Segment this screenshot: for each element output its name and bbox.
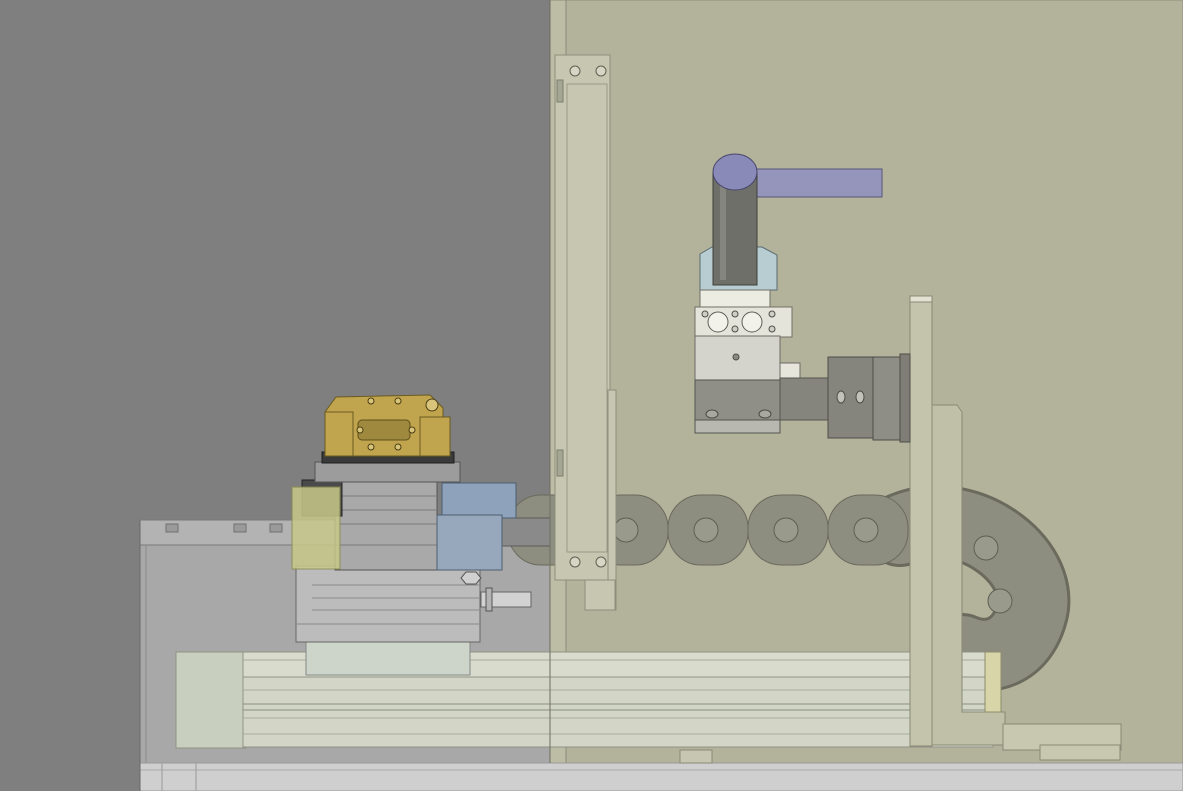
chain-pin	[987, 588, 1013, 614]
chain-pin	[853, 517, 879, 543]
blue-valve-base	[436, 514, 503, 571]
vertical-rail-clip	[556, 449, 564, 477]
actuator-plate	[694, 419, 781, 434]
gripper-clip	[425, 398, 439, 412]
screw	[595, 556, 607, 568]
valve-port	[741, 311, 763, 333]
bracket-cap	[909, 295, 933, 303]
chain-pin	[693, 517, 719, 543]
motor-mount-block	[305, 641, 471, 676]
end-stop	[984, 651, 1002, 713]
valve-port	[707, 311, 729, 333]
bracket-upright	[909, 295, 933, 747]
vertical-rail-foot	[584, 579, 616, 611]
screw	[701, 310, 709, 318]
screw	[768, 310, 776, 318]
vertical-rail	[554, 54, 617, 611]
screw	[394, 443, 402, 451]
rail-end-block	[175, 651, 247, 749]
actuator-port	[758, 409, 772, 419]
cylinder-top-cap	[712, 153, 758, 191]
valve-top	[699, 289, 771, 309]
chain-pin	[773, 517, 799, 543]
screw	[408, 426, 416, 434]
bolt-head	[269, 523, 283, 533]
mount-tab	[779, 362, 801, 379]
flange	[872, 356, 904, 441]
cylinder-highlight	[720, 180, 726, 280]
flange-rim	[899, 353, 911, 443]
tube-fitting	[827, 356, 877, 439]
screw	[731, 325, 739, 333]
blue-valve-block	[441, 482, 517, 519]
screw	[367, 443, 375, 451]
rotary-top-disc	[314, 461, 461, 483]
bolt-head	[233, 523, 247, 533]
fitting-hole	[836, 390, 846, 404]
mount-hole	[732, 353, 740, 361]
screw	[569, 556, 581, 568]
screw	[731, 310, 739, 318]
vertical-rail-clip	[556, 79, 564, 103]
rotary-body	[334, 479, 438, 571]
hex-nut	[460, 571, 482, 585]
actuator-port	[705, 409, 719, 419]
chain-pin	[973, 535, 999, 561]
bolt-head	[165, 523, 179, 533]
floor-strip	[139, 762, 1183, 791]
screw	[768, 325, 776, 333]
floor-clip	[679, 749, 713, 764]
yellow-sensor-block	[291, 486, 341, 570]
bracket-base-lip	[1039, 744, 1121, 761]
screw	[356, 426, 364, 434]
gripper-slot	[357, 419, 411, 441]
fitting-hole	[855, 390, 865, 404]
screw	[595, 65, 607, 77]
horizontal-arm	[749, 168, 883, 198]
screw	[394, 397, 402, 405]
shaft-collar	[485, 587, 493, 612]
screw	[367, 397, 375, 405]
linear-rail	[175, 651, 994, 749]
chain-pin	[613, 517, 639, 543]
actuator-tube	[779, 377, 831, 421]
screw	[569, 65, 581, 77]
vertical-rail-side-strip	[607, 389, 617, 611]
rail-body	[242, 676, 994, 748]
motor	[295, 565, 481, 643]
vertical-rail-plate	[554, 54, 611, 581]
cad-viewport[interactable]	[0, 0, 1183, 791]
